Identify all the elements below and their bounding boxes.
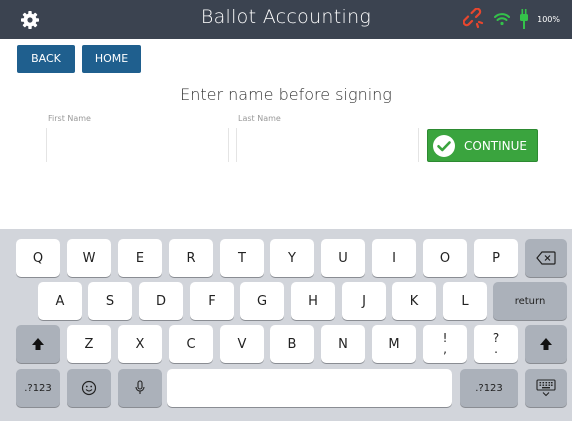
home-button[interactable]: HOME — [82, 45, 141, 73]
key-q[interactable]: Q — [16, 239, 60, 277]
key-o[interactable]: O — [423, 239, 467, 277]
key-v[interactable]: V — [220, 325, 264, 363]
key-p[interactable]: P — [474, 239, 518, 277]
space-bar[interactable] — [167, 369, 452, 407]
last-name-label: Last Name — [238, 114, 281, 123]
form-heading: Enter name before signing — [180, 85, 392, 104]
hide-keyboard-key[interactable] — [525, 369, 567, 407]
key-c[interactable]: C — [169, 325, 213, 363]
key-m[interactable]: M — [372, 325, 416, 363]
last-name-field[interactable] — [236, 128, 419, 162]
key-h[interactable]: H — [291, 282, 335, 320]
key-b[interactable]: B — [270, 325, 314, 363]
app-header: Ballot Accounting 100% — [0, 0, 572, 39]
first-name-label: First Name — [48, 114, 91, 123]
numbers-key-right[interactable]: .?123 — [460, 369, 518, 407]
key-t[interactable]: T — [220, 239, 264, 277]
dictation-key[interactable] — [118, 369, 162, 407]
shift-arrow-icon — [32, 338, 44, 350]
first-name-field[interactable] — [46, 128, 229, 162]
key-n[interactable]: N — [321, 325, 365, 363]
emoji-icon — [81, 380, 97, 396]
continue-label: CONTINUE — [464, 138, 528, 153]
key-d[interactable]: D — [139, 282, 183, 320]
battery-level: 100% — [537, 14, 560, 24]
key-x[interactable]: X — [118, 325, 162, 363]
shift-key-right[interactable] — [525, 325, 567, 363]
shift-arrow-icon — [540, 338, 552, 350]
key-j[interactable]: J — [342, 282, 386, 320]
key-w[interactable]: W — [67, 239, 111, 277]
backspace-key[interactable] — [525, 239, 567, 277]
continue-button[interactable]: CONTINUE — [427, 129, 538, 162]
key-exclamation-comma[interactable]: ! , — [423, 325, 467, 363]
key-r[interactable]: R — [169, 239, 213, 277]
microphone-icon — [135, 380, 145, 394]
key-s[interactable]: S — [88, 282, 132, 320]
on-screen-keyboard: Q W E R T Y U I O P A S D F G H J K L re… — [0, 229, 572, 421]
key-comma-label: , — [443, 342, 447, 356]
checkmark-circle-icon — [433, 134, 455, 157]
key-question-period[interactable]: ? . — [474, 325, 518, 363]
key-i[interactable]: I — [372, 239, 416, 277]
key-g[interactable]: G — [240, 282, 284, 320]
key-y[interactable]: Y — [270, 239, 314, 277]
back-button[interactable]: BACK — [17, 45, 75, 73]
key-a[interactable]: A — [38, 282, 82, 320]
key-z[interactable]: Z — [67, 325, 111, 363]
wifi-icon — [494, 13, 511, 26]
numbers-key-left[interactable]: .?123 — [16, 369, 60, 407]
emoji-key[interactable] — [67, 369, 111, 407]
backspace-icon — [536, 251, 556, 265]
key-period-label: . — [494, 342, 498, 356]
plug-icon — [520, 9, 529, 29]
key-e[interactable]: E — [118, 239, 162, 277]
key-f[interactable]: F — [190, 282, 234, 320]
disconnected-link-icon — [463, 8, 484, 29]
status-icons: 100% — [463, 8, 560, 30]
return-key[interactable]: return — [493, 282, 567, 320]
key-k[interactable]: K — [392, 282, 436, 320]
keyboard-hide-icon — [536, 379, 556, 397]
key-u[interactable]: U — [321, 239, 365, 277]
key-l[interactable]: L — [443, 282, 487, 320]
shift-key-left[interactable] — [16, 325, 60, 363]
